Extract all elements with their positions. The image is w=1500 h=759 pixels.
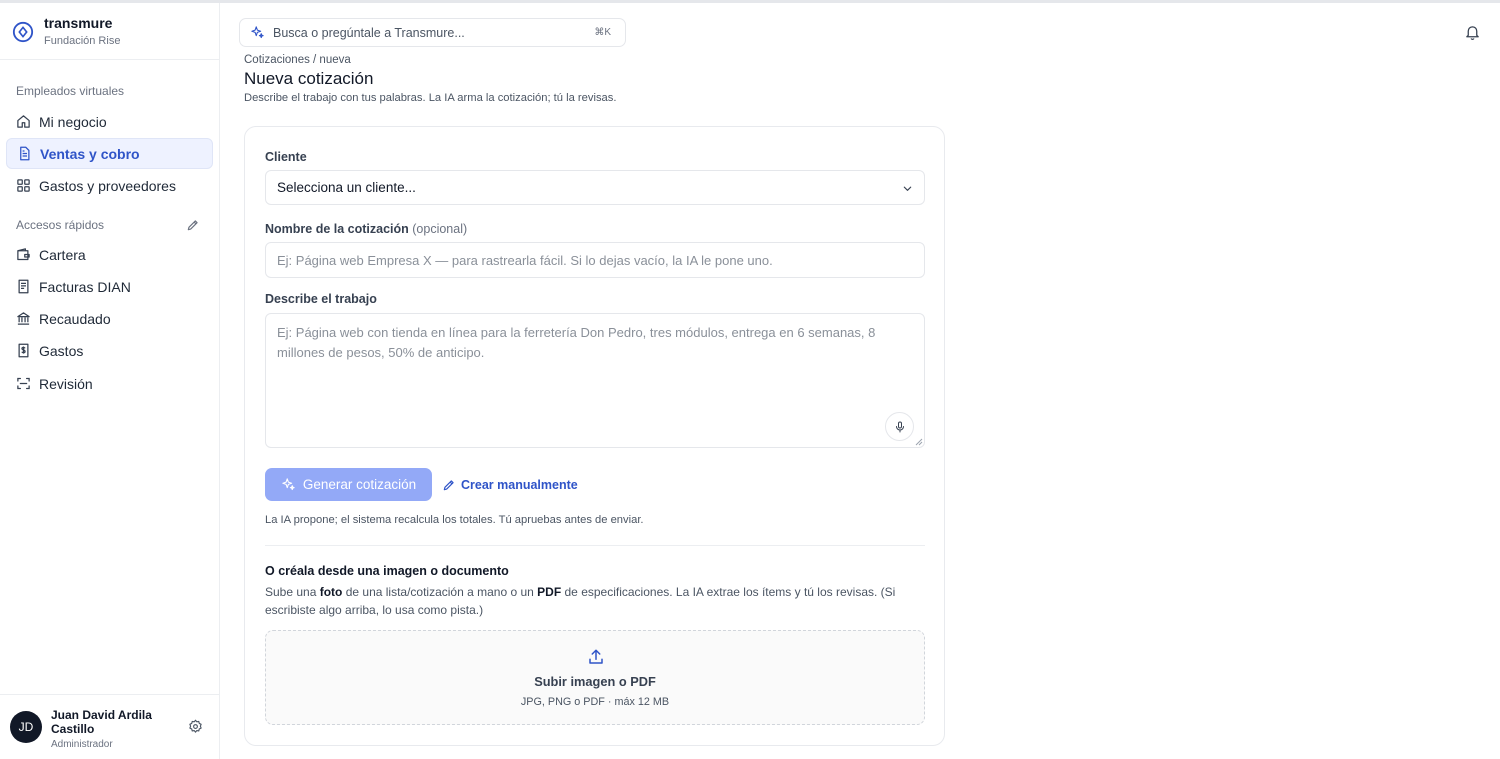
sidebar-item-recaudado[interactable]: Recaudado: [6, 303, 213, 334]
user-name: Juan David Ardila Castillo: [51, 708, 152, 736]
breadcrumb[interactable]: Cotizaciones / nueva: [244, 54, 351, 66]
scan-icon: [17, 377, 30, 390]
quote-name-input[interactable]: [265, 242, 925, 278]
bell-icon[interactable]: [1464, 24, 1481, 41]
sidebar-item-mi-negocio[interactable]: Mi negocio: [6, 106, 213, 137]
quote-form-card: Cliente Selecciona un cliente... Nombre …: [244, 126, 945, 746]
microphone-icon: [895, 421, 904, 432]
page-title: Nueva cotización: [244, 69, 374, 88]
create-manually-button[interactable]: Crear manualmente: [442, 468, 578, 501]
user-panel: JD Juan David Ardila Castillo Administra…: [0, 694, 219, 759]
brand-name: transmure: [44, 15, 113, 31]
brand-org: Fundación Rise: [44, 35, 121, 47]
upload-dropzone[interactable]: Subir imagen o PDF JPG, PNG o PDF · máx …: [265, 630, 925, 725]
wallet-icon: [17, 248, 30, 261]
home-icon: [17, 115, 30, 128]
sidebar-item-gastos[interactable]: Gastos: [6, 335, 213, 366]
quote-name-label-text: Nombre de la cotización: [265, 222, 409, 236]
upload-icon: [589, 649, 603, 664]
search-bar[interactable]: Busca o pregúntale a Transmure... ⌘K: [239, 18, 626, 47]
chevron-down-icon: [903, 186, 912, 191]
generate-quote-button[interactable]: Generar cotización: [265, 468, 432, 501]
section-label-virtual: Empleados virtuales: [16, 84, 125, 98]
sparkle-icon: [282, 478, 295, 491]
sidebar-item-label: Mi negocio: [39, 113, 107, 130]
document-icon: [20, 146, 30, 161]
avatar[interactable]: JD: [10, 711, 42, 743]
ai-hint: La IA propone; el sistema recalcula los …: [265, 514, 644, 526]
sidebar-item-label: Cartera: [39, 246, 86, 263]
gear-icon[interactable]: [188, 719, 203, 734]
upload-desc-part: de una lista/cotización a mano o un: [342, 585, 538, 599]
microphone-button[interactable]: [885, 412, 914, 441]
upload-dropzone-formats: JPG, PNG o PDF · máx 12 MB: [520, 696, 670, 708]
search-input[interactable]: Busca o pregúntale a Transmure...: [273, 26, 465, 40]
sidebar-item-cartera[interactable]: Cartera: [6, 239, 213, 270]
create-manually-label: Crear manualmente: [461, 477, 578, 492]
upload-section-title: O créala desde una imagen o documento: [265, 564, 509, 578]
bank-icon: [17, 312, 30, 325]
client-label: Cliente: [265, 150, 307, 164]
dollar-note-icon: [18, 343, 29, 358]
upload-desc-part: Sube una: [265, 585, 320, 599]
optional-tag: (opcional): [412, 222, 468, 236]
work-description-textarea[interactable]: [266, 314, 924, 447]
sidebar-item-label: Revisión: [39, 375, 93, 392]
quote-name-label: Nombre de la cotización (opcional): [265, 222, 467, 236]
sidebar-item-gastos-y-proveedores[interactable]: Gastos y proveedores: [6, 170, 213, 201]
brand-divider: [0, 59, 219, 60]
grid-icon: [17, 179, 30, 192]
work-description-wrapper: [265, 313, 925, 448]
client-select-value: Selecciona un cliente...: [277, 180, 416, 195]
generate-quote-label: Generar cotización: [302, 477, 417, 492]
sidebar-item-ventas-y-cobro[interactable]: Ventas y cobro: [6, 138, 213, 169]
sidebar-item-label: Ventas y cobro: [40, 145, 140, 162]
section-divider: [265, 545, 925, 546]
page-subtitle: Describe el trabajo con tus palabras. La…: [244, 92, 617, 104]
upload-desc-foto: foto: [319, 585, 343, 599]
resize-handle-icon[interactable]: [915, 438, 923, 446]
user-role: Administrador: [51, 739, 113, 750]
upload-section-description: Sube una foto de una lista/cotización a …: [265, 584, 925, 619]
edit-pencil-icon[interactable]: [186, 218, 200, 232]
sidebar-item-label: Facturas DIAN: [39, 278, 131, 295]
sidebar-item-facturas-dian[interactable]: Facturas DIAN: [6, 271, 213, 302]
pencil-icon: [443, 479, 454, 490]
section-label-quick: Accesos rápidos: [16, 218, 105, 232]
sidebar-item-revision[interactable]: Revisión: [6, 368, 213, 399]
sparkle-icon: [251, 26, 264, 39]
window-top-border: [0, 0, 1500, 3]
receipt-icon: [18, 279, 29, 294]
work-description-label: Describe el trabajo: [265, 292, 377, 306]
search-shortcut: ⌘K: [594, 27, 611, 38]
upload-desc-pdf: PDF: [537, 585, 562, 599]
sidebar-item-label: Recaudado: [39, 310, 111, 327]
client-select[interactable]: Selecciona un cliente...: [265, 170, 925, 205]
sidebar-item-label: Gastos: [39, 342, 84, 359]
upload-dropzone-title: Subir imagen o PDF: [534, 674, 656, 689]
brand-logo-icon: [12, 21, 34, 43]
sidebar: transmure Fundación Rise Empleados virtu…: [0, 3, 220, 759]
brand[interactable]: transmure Fundación Rise: [12, 15, 120, 49]
sidebar-item-label: Gastos y proveedores: [39, 177, 176, 194]
